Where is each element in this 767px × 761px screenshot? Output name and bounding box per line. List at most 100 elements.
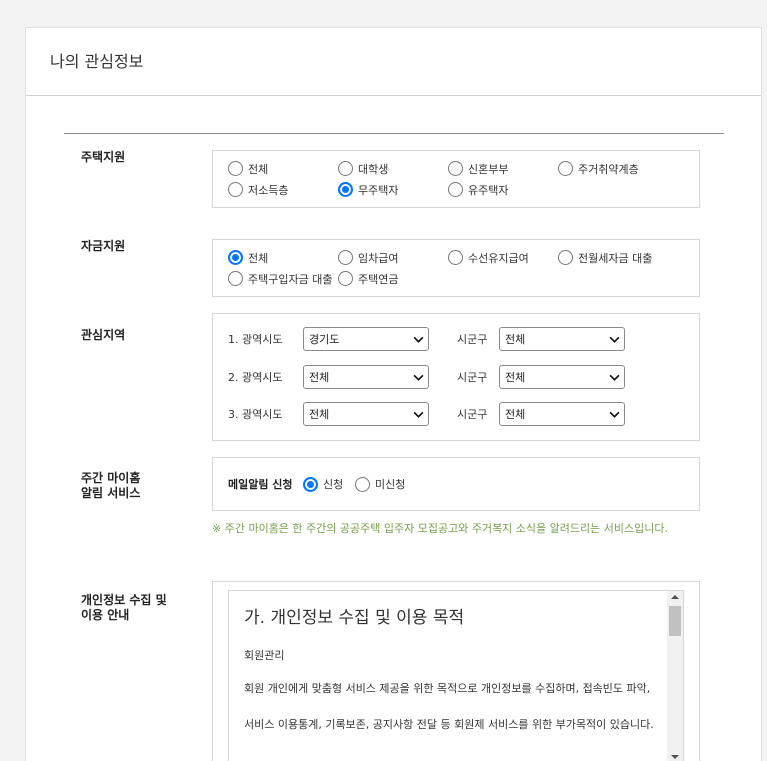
radio-option-housing-vulnerable[interactable]: 주거취약계층 bbox=[558, 158, 668, 179]
region-row: 2. 광역시도 전체 시군구 전체 bbox=[228, 365, 625, 389]
select-value: 전체 bbox=[505, 371, 526, 384]
radio-button[interactable] bbox=[338, 250, 353, 265]
radio-option-subscribe[interactable]: 신청 bbox=[303, 476, 355, 492]
radio-label: 저소득층 bbox=[248, 183, 289, 197]
radio-label: 신혼부부 bbox=[468, 162, 509, 176]
sido-select[interactable]: 전체 bbox=[303, 402, 429, 426]
radio-button[interactable] bbox=[338, 182, 353, 197]
sido-label: 1. 광역시도 bbox=[228, 333, 283, 346]
radio-button[interactable] bbox=[558, 161, 573, 176]
fund-support-label: 자금지원 bbox=[81, 239, 126, 253]
housing-support-options: 전체 대학생 신혼부부 주거취약계층 저소득층 무주택자 유주택자 bbox=[212, 150, 700, 208]
select-value: 전체 bbox=[505, 408, 526, 421]
fund-support-radio-group: 전체 임차급여 수선유지급여 전월세자금 대출 주택구입자금 대출 주택연금 bbox=[228, 247, 668, 289]
mail-alert-field-label: 메일알림 신청 bbox=[228, 478, 293, 491]
privacy-paragraph: 회원 개인에게 맞춤형 서비스 제공을 위한 목적으로 개인정보를 수집하며, … bbox=[244, 682, 654, 731]
radio-option-newlywed[interactable]: 신혼부부 bbox=[448, 158, 558, 179]
sido-select[interactable]: 경기도 bbox=[303, 327, 429, 351]
sigungu-label: 시군구 bbox=[457, 408, 488, 421]
select-value: 경기도 bbox=[309, 333, 340, 346]
radio-label: 임차급여 bbox=[358, 251, 399, 265]
radio-button[interactable] bbox=[228, 161, 243, 176]
radio-label: 주거취약계층 bbox=[578, 162, 639, 176]
region-row: 1. 광역시도 경기도 시군구 전체 bbox=[228, 327, 625, 351]
weekly-alert-options: 메일알림 신청 신청 미신청 bbox=[212, 457, 700, 511]
vertical-scrollbar[interactable] bbox=[667, 591, 683, 761]
radio-button[interactable] bbox=[228, 271, 243, 286]
radio-option-housing-pension[interactable]: 주택연금 bbox=[338, 268, 448, 289]
radio-button[interactable] bbox=[338, 271, 353, 286]
weekly-alert-label-line1: 주간 마이홈 bbox=[81, 471, 141, 485]
privacy-label-line1: 개인정보 수집 및 bbox=[81, 593, 167, 607]
sigungu-label: 시군구 bbox=[457, 371, 488, 384]
privacy-heading: 가. 개인정보 수집 및 이용 목적 bbox=[244, 608, 465, 628]
radio-button[interactable] bbox=[228, 182, 243, 197]
radio-option-homeowner[interactable]: 유주택자 bbox=[448, 179, 558, 200]
sigungu-select[interactable]: 전체 bbox=[499, 402, 625, 426]
radio-button[interactable] bbox=[303, 476, 318, 492]
sigungu-select[interactable]: 전체 bbox=[499, 365, 625, 389]
region-selects: 1. 광역시도 경기도 시군구 전체 2. 광역시도 전체 시군구 전체 3. … bbox=[212, 313, 700, 441]
chevron-down-icon bbox=[413, 411, 424, 418]
sido-label: 3. 광역시도 bbox=[228, 408, 283, 421]
radio-option-unsubscribe[interactable]: 미신청 bbox=[355, 476, 405, 492]
radio-label: 전체 bbox=[248, 162, 269, 176]
radio-button[interactable] bbox=[448, 250, 463, 265]
radio-option-home-purchase-loan[interactable]: 주택구입자금 대출 bbox=[228, 268, 338, 289]
radio-label: 대학생 bbox=[358, 162, 389, 176]
select-value: 전체 bbox=[505, 333, 526, 346]
region-row: 3. 광역시도 전체 시군구 전체 bbox=[228, 402, 625, 426]
chevron-down-icon bbox=[413, 374, 424, 381]
page-title: 나의 관심정보 bbox=[50, 52, 144, 71]
chevron-down-icon bbox=[609, 374, 620, 381]
radio-option-college-student[interactable]: 대학생 bbox=[338, 158, 448, 179]
chevron-down-icon bbox=[413, 336, 424, 343]
radio-label: 신청 bbox=[323, 478, 344, 491]
radio-option-rent-benefit[interactable]: 임차급여 bbox=[338, 247, 448, 268]
select-value: 전체 bbox=[309, 408, 330, 421]
chevron-down-icon bbox=[609, 336, 620, 343]
sido-label: 2. 광역시도 bbox=[228, 371, 283, 384]
radio-label: 무주택자 bbox=[358, 183, 399, 197]
sido-select[interactable]: 전체 bbox=[303, 365, 429, 389]
mail-alert-row: 메일알림 신청 신청 미신청 bbox=[228, 458, 405, 510]
radio-label: 전체 bbox=[248, 251, 269, 265]
radio-button[interactable] bbox=[448, 161, 463, 176]
radio-option-non-homeowner[interactable]: 무주택자 bbox=[338, 179, 448, 200]
scroll-up-arrow-icon[interactable] bbox=[671, 595, 679, 599]
radio-option-repair-benefit[interactable]: 수선유지급여 bbox=[448, 247, 558, 268]
region-label: 관심지역 bbox=[81, 328, 126, 342]
fund-support-options: 전체 임차급여 수선유지급여 전월세자금 대출 주택구입자금 대출 주택연금 bbox=[212, 239, 700, 297]
privacy-subheading: 회원관리 bbox=[244, 649, 285, 662]
sigungu-select[interactable]: 전체 bbox=[499, 327, 625, 351]
sigungu-label: 시군구 bbox=[457, 333, 488, 346]
interest-info-panel: 나의 관심정보 주택지원 전체 대학생 신혼부부 주거취약계층 저소득층 무주택… bbox=[25, 27, 762, 761]
housing-support-radio-group: 전체 대학생 신혼부부 주거취약계층 저소득층 무주택자 유주택자 bbox=[228, 158, 668, 200]
housing-support-label: 주택지원 bbox=[81, 150, 126, 164]
scroll-thumb[interactable] bbox=[669, 606, 681, 636]
radio-button[interactable] bbox=[355, 476, 370, 492]
chevron-down-icon bbox=[609, 411, 620, 418]
radio-button[interactable] bbox=[228, 250, 243, 265]
weekly-alert-label: 주간 마이홈 알림 서비스 bbox=[81, 471, 140, 501]
radio-button[interactable] bbox=[338, 161, 353, 176]
panel-header: 나의 관심정보 bbox=[26, 28, 761, 96]
select-value: 전체 bbox=[309, 371, 330, 384]
weekly-alert-note: ※ 주간 마이홈은 한 주간의 공공주택 입주자 모집공고와 주거복지 소식을 … bbox=[212, 522, 668, 535]
radio-button[interactable] bbox=[448, 182, 463, 197]
radio-option-rent-deposit-loan[interactable]: 전월세자금 대출 bbox=[558, 247, 668, 268]
privacy-notice-box: 가. 개인정보 수집 및 이용 목적 회원관리 회원 개인에게 맞춤형 서비스 … bbox=[212, 581, 700, 761]
radio-option-fund-all[interactable]: 전체 bbox=[228, 247, 338, 268]
weekly-alert-label-line2: 알림 서비스 bbox=[81, 486, 141, 500]
radio-label: 전월세자금 대출 bbox=[578, 251, 653, 265]
privacy-label-line2: 이용 안내 bbox=[81, 608, 130, 622]
section-divider bbox=[64, 133, 724, 134]
scroll-down-arrow-icon[interactable] bbox=[671, 755, 679, 759]
privacy-label: 개인정보 수집 및 이용 안내 bbox=[81, 593, 167, 623]
radio-label: 미신청 bbox=[375, 478, 406, 491]
privacy-notice-textarea[interactable]: 가. 개인정보 수집 및 이용 목적 회원관리 회원 개인에게 맞춤형 서비스 … bbox=[228, 590, 684, 761]
radio-label: 주택구입자금 대출 bbox=[248, 272, 333, 286]
radio-button[interactable] bbox=[558, 250, 573, 265]
radio-option-low-income[interactable]: 저소득층 bbox=[228, 179, 338, 200]
radio-option-housing-all[interactable]: 전체 bbox=[228, 158, 338, 179]
